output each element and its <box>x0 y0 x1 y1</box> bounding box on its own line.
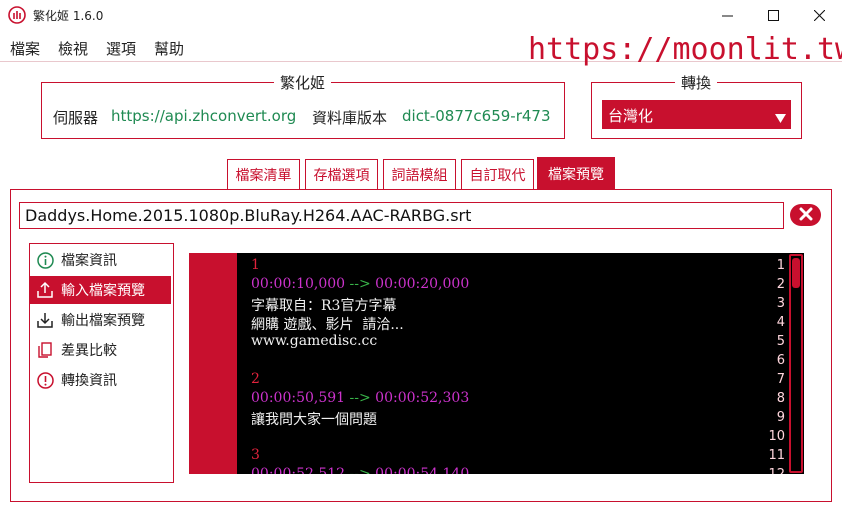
chevron-down-icon <box>775 109 786 127</box>
timecode-arrow: --> <box>349 466 371 474</box>
nav-diff-compare-label: 差異比較 <box>61 343 117 359</box>
line-number: 6 <box>776 353 785 368</box>
convert-mode-select[interactable]: 台灣化 <box>602 100 791 129</box>
subtitle-text: 網購 遊戲、影片 請洽... <box>251 317 404 333</box>
timecode-start: 00:00:50,591 <box>251 390 346 406</box>
site-url-link[interactable]: https://moonlit.tw <box>528 32 842 67</box>
menu-file[interactable]: 檔案 <box>10 38 40 59</box>
line-number: 9 <box>776 410 785 425</box>
editor-line: 5 www.gamedisc.cc <box>189 333 789 352</box>
download-icon <box>36 311 54 329</box>
timecode-start: 00:00:52,512 <box>251 466 346 474</box>
subtitle-index: 1 <box>251 257 260 273</box>
nav-output-preview-label: 輸出檔案預覽 <box>61 313 145 329</box>
timecode-arrow: --> <box>349 276 371 292</box>
editor-line: 4 網購 遊戲、影片 請洽... <box>189 314 789 333</box>
tab-save-options[interactable]: 存檔選項 <box>305 159 378 189</box>
copy-icon <box>36 341 54 359</box>
convert-group-legend: 轉換 <box>675 72 718 93</box>
timecode-start: 00:00:10,000 <box>251 276 346 292</box>
nav-file-info[interactable]: 檔案資訊 <box>30 246 171 274</box>
editor-line: 8 00:00:50,591 --> 00:00:52,303 <box>189 390 789 409</box>
tab-custom-replace[interactable]: 自訂取代 <box>461 159 534 189</box>
tab-file-preview[interactable]: 檔案預覽 <box>537 157 615 190</box>
minimize-button[interactable] <box>704 0 750 30</box>
dict-version-value: dict-0877c659-r473 <box>402 107 551 125</box>
server-label: 伺服器 <box>53 109 99 127</box>
line-number: 10 <box>768 429 785 444</box>
line-number: 2 <box>776 277 785 292</box>
info-icon <box>36 251 54 269</box>
line-number: 8 <box>776 391 785 406</box>
convert-mode-value: 台灣化 <box>608 107 654 125</box>
nav-output-preview[interactable]: 輸出檔案預覽 <box>30 306 171 334</box>
timecode-end: 00:00:54,140 <box>375 466 470 474</box>
upload-icon <box>36 281 54 299</box>
editor-line: 12 00:00:52,512 --> 00:00:54,140 <box>189 466 789 474</box>
nav-convert-info-label: 轉換資訊 <box>61 373 117 389</box>
tab-term-modules[interactable]: 詞語模組 <box>383 159 456 189</box>
window-title: 繁化姬 1.6.0 <box>33 9 104 23</box>
editor-line: 7 2 <box>189 371 789 390</box>
editor-line: 2 00:00:10,000 --> 00:00:20,000 <box>189 276 789 295</box>
line-number: 4 <box>776 315 785 330</box>
menu-help[interactable]: 幫助 <box>154 38 184 59</box>
editor-line: 9 讓我問大家一個問題 <box>189 409 789 428</box>
subtitle-text: www.gamedisc.cc <box>251 333 378 349</box>
line-number: 11 <box>768 448 785 463</box>
close-icon <box>799 206 813 225</box>
line-number: 5 <box>776 334 785 349</box>
editor-line: 11 3 <box>189 447 789 466</box>
editor-scroll-thumb[interactable] <box>792 258 800 288</box>
line-number: 7 <box>776 372 785 387</box>
editor-line: 1 1 <box>189 257 789 276</box>
file-name-field[interactable]: Daddys.Home.2015.1080p.BluRay.H264.AAC-R… <box>19 202 784 229</box>
app-logo-icon <box>8 6 26 24</box>
alert-icon <box>36 371 54 389</box>
timecode-end: 00:00:52,303 <box>375 390 470 406</box>
server-url-link[interactable]: https://api.zhconvert.org <box>111 107 296 125</box>
editor-line: 3 字幕取自：R3官方字幕 <box>189 295 789 314</box>
nav-file-info-label: 檔案資訊 <box>61 253 117 269</box>
close-window-button[interactable] <box>796 0 842 30</box>
line-number: 3 <box>776 296 785 311</box>
nav-input-preview[interactable]: 輸入檔案預覽 <box>30 276 171 304</box>
menu-options[interactable]: 選項 <box>106 38 136 59</box>
server-group-legend: 繁化姬 <box>274 72 332 93</box>
nav-convert-info[interactable]: 轉換資訊 <box>30 366 171 394</box>
editor-line: 6 <box>189 352 789 371</box>
subtitle-preview-editor[interactable]: 1 1 2 00:00:10,000 --> 00:00:20,000 3 字幕… <box>189 253 804 474</box>
subtitle-index: 3 <box>251 447 260 463</box>
maximize-button[interactable] <box>750 0 796 30</box>
nav-input-preview-label: 輸入檔案預覽 <box>61 283 145 299</box>
timecode-end: 00:00:20,000 <box>375 276 470 292</box>
nav-diff-compare[interactable]: 差異比較 <box>30 336 171 364</box>
line-number: 12 <box>745 467 789 474</box>
timecode-arrow: --> <box>349 390 371 406</box>
close-file-button[interactable] <box>790 204 821 226</box>
subtitle-text: 字幕取自：R3官方字幕 <box>251 298 397 314</box>
subtitle-text: 讓我問大家一個問題 <box>251 412 377 428</box>
menu-view[interactable]: 檢視 <box>58 38 88 59</box>
line-number: 1 <box>776 258 785 273</box>
dict-version-label: 資料庫版本 <box>312 109 388 127</box>
tab-file-list[interactable]: 檔案清單 <box>227 159 300 189</box>
editor-line: 10 <box>189 428 789 447</box>
menu-bar: 檔案 檢視 選項 幫助 https://moonlit.tw <box>0 30 842 67</box>
title-bar: 繁化姬 1.6.0 <box>0 0 842 30</box>
subtitle-index: 2 <box>251 371 260 387</box>
